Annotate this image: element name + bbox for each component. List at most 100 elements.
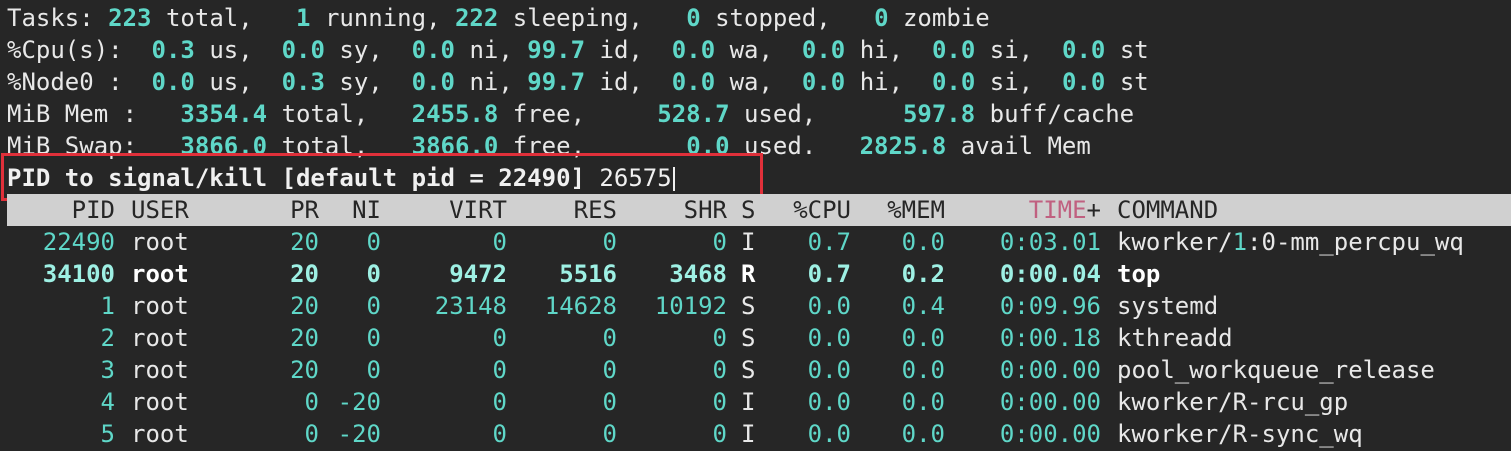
time-cell: 0:00.00 bbox=[999, 356, 1101, 384]
res-cell: 14628 bbox=[544, 292, 617, 320]
command-cell: top bbox=[1117, 260, 1161, 288]
kill-prompt[interactable]: PID to signal/kill [default pid = 22490]… bbox=[7, 162, 1511, 194]
ni-cell: -20 bbox=[337, 388, 381, 416]
cpu-cell: 0.0 bbox=[807, 292, 851, 320]
col-time-label: TIME bbox=[1028, 196, 1087, 224]
state-cell: R bbox=[741, 260, 756, 288]
time-cell: 0:09.96 bbox=[999, 292, 1101, 320]
ni-cell: 0 bbox=[366, 228, 381, 256]
col-virt[interactable]: VIRT bbox=[397, 194, 507, 226]
time-cell: 0:00.18 bbox=[999, 324, 1101, 352]
virt-cell: 0 bbox=[492, 420, 507, 448]
virt-cell: 0 bbox=[492, 388, 507, 416]
pid-cell: 4 bbox=[100, 388, 115, 416]
pr-cell: 20 bbox=[290, 356, 319, 384]
col-mem[interactable]: %MEM bbox=[863, 194, 945, 226]
command-cell: kworker/R-rcu_gp bbox=[1117, 388, 1349, 416]
res-cell: 0 bbox=[602, 420, 617, 448]
table-row[interactable]: 34100 root 20 0 9472 5516 3468 R 0.7 0.2… bbox=[7, 258, 1511, 290]
shr-cell: 0 bbox=[712, 388, 727, 416]
res-cell: 5516 bbox=[559, 260, 617, 288]
pid-cell: 3 bbox=[100, 356, 115, 384]
res-cell: 0 bbox=[602, 388, 617, 416]
time-cell: 0:00.00 bbox=[999, 420, 1101, 448]
mem-cell: 0.0 bbox=[901, 356, 945, 384]
pr-cell: 0 bbox=[304, 420, 319, 448]
state-cell: S bbox=[741, 356, 756, 384]
table-row[interactable]: 3 root 20 0 0 0 0 S 0.0 0.0 0:00.00 pool… bbox=[7, 354, 1511, 386]
table-row[interactable]: 2 root 20 0 0 0 0 S 0.0 0.0 0:00.18 kthr… bbox=[7, 322, 1511, 354]
time-cell: 0:00.00 bbox=[999, 388, 1101, 416]
ni-cell: 0 bbox=[366, 324, 381, 352]
col-command[interactable]: COMMAND bbox=[1117, 194, 1511, 226]
ni-cell: 0 bbox=[366, 292, 381, 320]
cpu-cell: 0.7 bbox=[807, 260, 851, 288]
virt-cell: 9472 bbox=[449, 260, 507, 288]
shr-cell: 0 bbox=[712, 420, 727, 448]
mem-cell: 0.0 bbox=[901, 324, 945, 352]
tasks-line: Tasks: 223 total, 1 running, 222 sleepin… bbox=[7, 4, 990, 32]
mem-cell: 0.4 bbox=[901, 292, 945, 320]
cpu-cell: 0.0 bbox=[807, 420, 851, 448]
shr-cell: 0 bbox=[712, 356, 727, 384]
pid-cell: 34100 bbox=[42, 260, 115, 288]
virt-cell: 23148 bbox=[434, 292, 507, 320]
col-ni[interactable]: NI bbox=[327, 194, 381, 226]
top-summary: Tasks: 223 total, 1 running, 222 sleepin… bbox=[7, 2, 1511, 194]
pid-cell: 2 bbox=[100, 324, 115, 352]
col-time[interactable]: TIME+ bbox=[957, 194, 1101, 226]
res-cell: 0 bbox=[602, 356, 617, 384]
shr-cell: 10192 bbox=[654, 292, 727, 320]
kill-prompt-label: PID to signal/kill [default pid = 22490] bbox=[7, 164, 585, 192]
col-pr[interactable]: PR bbox=[247, 194, 319, 226]
ni-cell: 0 bbox=[366, 356, 381, 384]
pr-cell: 20 bbox=[290, 260, 319, 288]
col-time-plus: + bbox=[1086, 196, 1101, 224]
pr-cell: 0 bbox=[304, 388, 319, 416]
command-cell: kworker/1:0-mm_percpu_wq bbox=[1117, 228, 1464, 256]
kill-pid-input[interactable]: 26575 bbox=[599, 164, 671, 192]
col-cpu[interactable]: %CPU bbox=[767, 194, 851, 226]
cpu-cell: 0.0 bbox=[807, 388, 851, 416]
command-cell: kthreadd bbox=[1117, 324, 1233, 352]
shr-cell: 3468 bbox=[669, 260, 727, 288]
cpu-cell: 0.7 bbox=[807, 228, 851, 256]
res-cell: 0 bbox=[602, 324, 617, 352]
time-cell: 0:00.04 bbox=[999, 260, 1101, 288]
mem-cell: 0.2 bbox=[901, 260, 945, 288]
process-table: 22490 root 20 0 0 0 0 I 0.7 0.0 0:03.01 … bbox=[7, 226, 1511, 450]
table-row[interactable]: 22490 root 20 0 0 0 0 I 0.7 0.0 0:03.01 … bbox=[7, 226, 1511, 258]
text-cursor bbox=[672, 167, 675, 191]
cpu-cell: 0.0 bbox=[807, 324, 851, 352]
mem-cell: 0.0 bbox=[901, 228, 945, 256]
cpu-line: %Cpu(s): 0.3 us, 0.0 sy, 0.0 ni, 99.7 id… bbox=[7, 36, 1149, 64]
pr-cell: 20 bbox=[290, 228, 319, 256]
table-row[interactable]: 5 root 0 -20 0 0 0 I 0.0 0.0 0:00.00 kwo… bbox=[7, 418, 1511, 450]
time-cell: 0:03.01 bbox=[999, 228, 1101, 256]
shr-cell: 0 bbox=[712, 324, 727, 352]
command-cell: systemd bbox=[1117, 292, 1219, 320]
col-s[interactable]: S bbox=[741, 194, 761, 226]
table-row[interactable]: 4 root 0 -20 0 0 0 I 0.0 0.0 0:00.00 kwo… bbox=[7, 386, 1511, 418]
pr-cell: 20 bbox=[290, 324, 319, 352]
col-pid[interactable]: PID bbox=[7, 194, 115, 226]
pr-cell: 20 bbox=[290, 292, 319, 320]
state-cell: I bbox=[741, 228, 756, 256]
command-cell: kworker/R-sync_wq bbox=[1117, 420, 1363, 448]
state-cell: I bbox=[741, 388, 756, 416]
mem-cell: 0.0 bbox=[901, 420, 945, 448]
col-res[interactable]: RES bbox=[507, 194, 617, 226]
pid-cell: 22490 bbox=[42, 228, 115, 256]
node0-line: %Node0 : 0.0 us, 0.3 sy, 0.0 ni, 99.7 id… bbox=[7, 68, 1149, 96]
table-row[interactable]: 1 root 20 0 23148 14628 10192 S 0.0 0.4 … bbox=[7, 290, 1511, 322]
virt-cell: 0 bbox=[492, 356, 507, 384]
mem-line: MiB Mem : 3354.4 total, 2455.8 free, 528… bbox=[7, 100, 1135, 128]
mem-cell: 0.0 bbox=[901, 388, 945, 416]
state-cell: I bbox=[741, 420, 756, 448]
command-cell: pool_workqueue_release bbox=[1117, 356, 1435, 384]
col-shr[interactable]: SHR bbox=[617, 194, 727, 226]
ni-cell: 0 bbox=[366, 260, 381, 288]
shr-cell: 0 bbox=[712, 228, 727, 256]
pid-cell: 1 bbox=[100, 292, 115, 320]
pid-cell: 5 bbox=[100, 420, 115, 448]
